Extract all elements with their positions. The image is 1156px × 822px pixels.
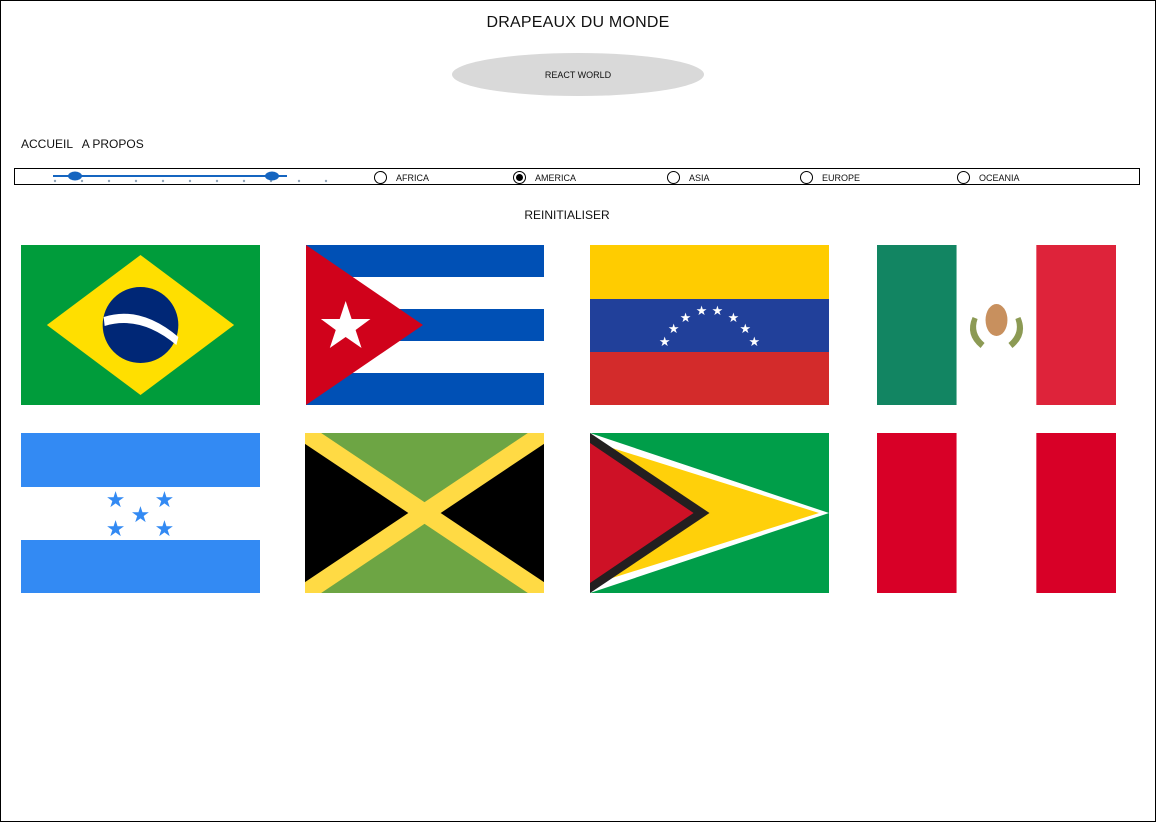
region-label: EUROPE bbox=[822, 172, 861, 183]
svg-text:★: ★ bbox=[749, 335, 761, 350]
range-slider[interactable] bbox=[49, 169, 349, 186]
region-label: OCEANIA bbox=[979, 172, 1020, 183]
svg-text:★: ★ bbox=[712, 304, 724, 319]
radio-circle-icon bbox=[374, 171, 387, 184]
radio-circle-icon bbox=[667, 171, 680, 184]
slider-max-handle bbox=[265, 171, 279, 181]
react-world-badge: REACT WORLD bbox=[452, 53, 704, 96]
venezuela-flag-card[interactable]: ★ ★ ★ ★ ★ ★ ★ ★ bbox=[590, 245, 829, 405]
region-label: ASIA bbox=[689, 172, 710, 183]
svg-text:★: ★ bbox=[155, 517, 175, 542]
page-title: DRAPEAUX DU MONDE bbox=[486, 14, 670, 31]
radio-checked-icon bbox=[513, 171, 526, 184]
svg-text:★: ★ bbox=[106, 517, 126, 542]
jamaica-flag-card[interactable] bbox=[305, 433, 544, 593]
honduras-flag-icon: ★ ★ ★ ★ ★ bbox=[21, 433, 260, 593]
region-radio-africa[interactable]: AFRICA bbox=[374, 170, 429, 185]
region-label: AFRICA bbox=[396, 172, 430, 183]
filter-bar: AFRICA AMERICA ASIA EUROPE OCEANIA bbox=[14, 168, 1140, 185]
region-radio-america[interactable]: AMERICA bbox=[513, 170, 576, 185]
svg-text:★: ★ bbox=[106, 488, 126, 513]
cuba-flag-card[interactable] bbox=[306, 245, 544, 405]
svg-text:★: ★ bbox=[668, 322, 680, 337]
reset-button[interactable]: REINITIALISER bbox=[0, 208, 1134, 222]
svg-text:★: ★ bbox=[659, 335, 671, 350]
nav-bar: ACCUEIL A PROPOS bbox=[21, 137, 150, 151]
venezuela-flag-icon: ★★★ ★ ★ ★ ★★ bbox=[590, 245, 829, 405]
nav-accueil-link[interactable]: ACCUEIL bbox=[21, 137, 73, 151]
badge-label: REACT WORLD bbox=[544, 69, 612, 80]
jamaica-flag-icon bbox=[305, 433, 544, 593]
guyana-flag-icon bbox=[590, 433, 829, 593]
guyana-flag-card[interactable] bbox=[590, 433, 829, 593]
region-radio-oceania[interactable]: OCEANIA bbox=[957, 170, 1020, 185]
peru-flag-card[interactable] bbox=[877, 433, 1116, 593]
region-radio-asia[interactable]: ASIA bbox=[667, 170, 710, 185]
brazil-flag-card[interactable] bbox=[21, 245, 260, 405]
radio-circle-icon bbox=[800, 171, 813, 184]
mexico-flag-icon bbox=[877, 245, 1116, 405]
peru-flag-icon bbox=[877, 433, 1116, 593]
nav-a-propos-link[interactable]: A PROPOS bbox=[82, 137, 144, 151]
honduras-flag-card[interactable]: ★ ★ ★ ★ ★ bbox=[21, 433, 260, 593]
brazil-flag-icon bbox=[21, 245, 260, 405]
radio-circle-icon bbox=[957, 171, 970, 184]
svg-text:★: ★ bbox=[728, 311, 740, 326]
svg-text:★: ★ bbox=[680, 311, 692, 326]
svg-text:★: ★ bbox=[131, 503, 151, 528]
svg-text:★: ★ bbox=[155, 488, 175, 513]
cuba-flag-icon bbox=[306, 245, 544, 405]
mexico-flag-card[interactable] bbox=[877, 245, 1116, 405]
app-frame bbox=[0, 0, 1156, 822]
region-label: AMERICA bbox=[535, 172, 577, 183]
region-radio-europe[interactable]: EUROPE bbox=[800, 170, 860, 185]
svg-text:★: ★ bbox=[696, 304, 708, 319]
slider-min-handle bbox=[68, 171, 82, 181]
